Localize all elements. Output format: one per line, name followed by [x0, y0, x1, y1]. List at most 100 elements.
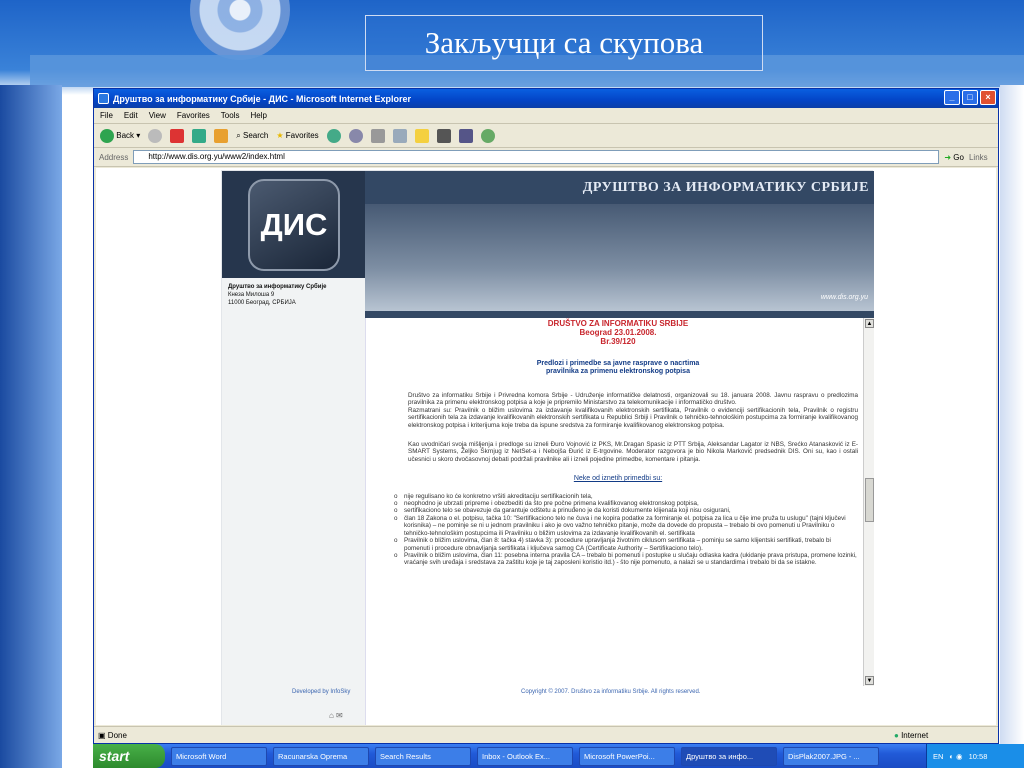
- messenger-icon[interactable]: [436, 128, 451, 143]
- window-titlebar[interactable]: Друштво за информатику Србије - ДИС - Mi…: [94, 89, 998, 108]
- article-subheading: Neke od iznetih primedbi su:: [573, 475, 663, 483]
- article-date: Beograd 23.01.2008.: [579, 328, 657, 337]
- list-item: Pravilnik o bližim uslovima, član 8: tač…: [394, 537, 858, 552]
- go-label: Go: [953, 152, 964, 162]
- article-para-1: Društvo za informatiku Srbije i Privredn…: [408, 392, 858, 407]
- edit-icon[interactable]: [392, 128, 407, 143]
- star-icon: ★: [276, 131, 284, 140]
- remarks-list: nije regulisano ko će konkretno vršiti a…: [378, 493, 858, 567]
- org-city: 11000 Београд, СРБИЈА: [228, 300, 296, 306]
- slide-right-gradient: [1000, 85, 1024, 768]
- task-powerpoint[interactable]: Microsoft PowerPoi...: [579, 746, 675, 766]
- notes-icon[interactable]: [414, 128, 429, 143]
- ie-icon: [98, 93, 109, 104]
- org-name: Друштво за информатику Србије: [228, 284, 327, 290]
- back-label: Back: [116, 130, 135, 140]
- developed-by[interactable]: Developed by InfoSky: [292, 689, 350, 695]
- menu-view[interactable]: View: [149, 111, 166, 120]
- address-bar: Address http://www.dis.org.yu/www2/index…: [94, 148, 998, 167]
- article-heading-1: Predlozi i primedbe sa javne rasprave o …: [536, 360, 700, 367]
- taskbar: start Microsoft Word Racunarska Oprema S…: [93, 744, 1024, 768]
- minimize-button[interactable]: _: [944, 90, 960, 105]
- article-frame[interactable]: DRUŠTVO ZA INFORMATIKU SRBIJE Beograd 23…: [365, 318, 874, 686]
- window-title: Друштво за информатику Србије - ДИС - Mi…: [113, 93, 412, 104]
- menu-help[interactable]: Help: [250, 111, 266, 120]
- site-title: ДРУШТВО ЗА ИНФОРМАТИКУ СРБИЈЕ: [582, 180, 869, 195]
- header-photo: www.dis.org.yu: [365, 204, 874, 311]
- system-tray: EN ◐ ◉ 10:58: [926, 744, 1024, 768]
- research-icon[interactable]: [458, 128, 473, 143]
- task-image-viewer[interactable]: DisPlak2007.JPG - ...: [783, 746, 879, 766]
- dis-logo[interactable]: ДИС: [248, 179, 340, 271]
- close-button[interactable]: ×: [980, 90, 996, 105]
- org-address: Друштво за информатику Србије Кнеза Мило…: [228, 283, 326, 307]
- copyright: Copyright © 2007. Društvo za informatiku…: [521, 689, 701, 695]
- people-icon[interactable]: [480, 128, 495, 143]
- address-url: http://www.dis.org.yu/www2/index.html: [148, 152, 285, 161]
- toolbar: Back ▾ ⌕ Search ★ Favorites: [94, 124, 998, 148]
- task-ie[interactable]: Друштво за инфо...: [681, 746, 777, 766]
- header-url: www.dis.org.yu: [820, 294, 868, 301]
- history-icon[interactable]: [326, 128, 341, 143]
- left-column: ДИС Друштво за информатику Србије Кнеза …: [222, 171, 365, 725]
- favorites-button[interactable]: ★ Favorites: [276, 131, 318, 140]
- links-button[interactable]: Links: [969, 153, 988, 162]
- site-footer: Copyright © 2007. Društvo za informatiku…: [365, 686, 874, 725]
- mail-icon[interactable]: [348, 128, 363, 143]
- scroll-thumb[interactable]: [865, 478, 874, 522]
- article-para-2: Kao uvodničari svoja mišljenja i predlog…: [408, 441, 858, 463]
- list-item: sertifikaciono telo se obavezuje da gara…: [394, 507, 858, 515]
- home-mail-icons[interactable]: ⌂ ✉: [329, 711, 343, 720]
- menubar: File Edit View Favorites Tools Help: [94, 108, 998, 124]
- menu-favorites[interactable]: Favorites: [177, 111, 210, 120]
- address-input[interactable]: http://www.dis.org.yu/www2/index.html: [133, 150, 940, 164]
- slide-title: Закључци са скупова: [365, 15, 763, 71]
- status-text: Done: [107, 730, 127, 740]
- list-item: Pravilnik o bližim uslovima, član 11: po…: [394, 552, 858, 567]
- language-indicator[interactable]: EN: [933, 752, 943, 761]
- task-search[interactable]: Search Results: [375, 746, 471, 766]
- status-bar: ▣ Done ● Internet: [94, 726, 998, 743]
- org-street: Кнеза Милоша 9: [228, 292, 275, 298]
- slide-side-gradient: [0, 85, 62, 768]
- favorites-label: Favorites: [285, 131, 319, 140]
- go-button[interactable]: ➜ Go: [944, 153, 964, 162]
- maximize-button[interactable]: □: [962, 90, 978, 105]
- menu-edit[interactable]: Edit: [124, 111, 138, 120]
- menu-tools[interactable]: Tools: [221, 111, 240, 120]
- address-label: Address: [99, 152, 129, 162]
- zone-indicator: ● Internet: [894, 731, 928, 740]
- scroll-down-icon[interactable]: ▼: [865, 676, 874, 685]
- refresh-icon[interactable]: [192, 128, 207, 143]
- article-org: DRUŠTVO ZA INFORMATIKU SRBIJE: [547, 319, 689, 328]
- webpage: ДИС Друштво за информатику Србије Кнеза …: [221, 170, 874, 725]
- print-icon[interactable]: [370, 128, 385, 143]
- page-done-icon: ▣: [98, 730, 106, 740]
- logo-area: ДИС: [222, 171, 365, 278]
- article-number: Br.39/120: [600, 337, 636, 346]
- task-folder[interactable]: Racunarska Oprema: [273, 746, 369, 766]
- task-outlook[interactable]: Inbox - Outlook Ex...: [477, 746, 573, 766]
- task-word[interactable]: Microsoft Word: [171, 746, 267, 766]
- go-arrow-icon: ➜: [944, 152, 952, 162]
- start-button[interactable]: start: [93, 744, 165, 768]
- site-header: ДРУШТВО ЗА ИНФОРМАТИКУ СРБИЈЕ www.dis.or…: [365, 171, 874, 318]
- forward-button[interactable]: [148, 128, 163, 143]
- scroll-up-icon[interactable]: ▲: [865, 319, 874, 328]
- back-arrow-icon: [100, 128, 114, 143]
- search-label: Search: [243, 130, 269, 140]
- back-button[interactable]: Back ▾: [100, 128, 140, 143]
- browser-content: ДИС Друштво за информатику Србије Кнеза …: [96, 168, 996, 725]
- article-body: DRUŠTVO ZA INFORMATIKU SRBIJE Beograd 23…: [378, 318, 858, 567]
- globe-icon: ●: [894, 730, 899, 740]
- search-icon: ⌕: [236, 130, 241, 140]
- window-controls: _ □ ×: [944, 90, 996, 105]
- list-item: član 18 Zakona o el. potpisu, tačka 10: …: [394, 515, 858, 537]
- article-scrollbar[interactable]: ▲ ▼: [863, 318, 874, 686]
- tray-icons[interactable]: ◐ ◉: [949, 752, 962, 761]
- home-icon[interactable]: [214, 128, 229, 143]
- article-heading-2: pravilnika za primenu elektronskog potpi…: [546, 368, 690, 375]
- menu-file[interactable]: File: [100, 111, 113, 120]
- search-button[interactable]: ⌕ Search: [236, 131, 268, 141]
- stop-icon[interactable]: [170, 128, 185, 143]
